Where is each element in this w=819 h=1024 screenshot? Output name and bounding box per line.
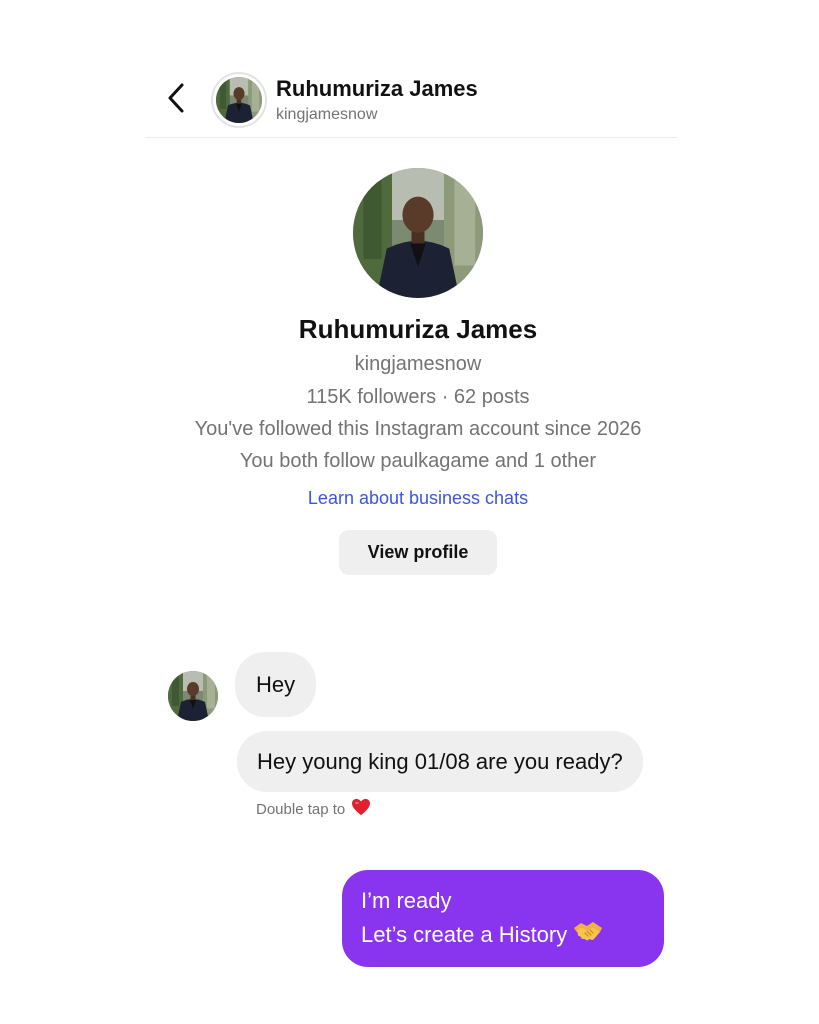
message-text: Hey young king 01/08 are you ready? <box>257 748 623 774</box>
message-text: Hey <box>256 671 296 697</box>
double-tap-hint: Double tap to <box>256 798 371 820</box>
outgoing-message-line-2: Let’s create a History <box>361 922 568 947</box>
business-chats-link[interactable]: Learn about business chats <box>100 488 736 509</box>
header-contact-username: kingjamesnow <box>276 106 378 123</box>
outgoing-message-bubble[interactable]: I’m ready Let’s create a History <box>342 870 664 967</box>
mutual-follows-text: You both follow paulkagame and 1 other <box>239 450 597 472</box>
profile-username: kingjamesnow <box>354 353 482 375</box>
profile-stats: 115K followers · 62 posts <box>306 386 530 408</box>
back-button[interactable] <box>158 80 194 120</box>
followed-since-text: You've followed this Instagram account s… <box>194 418 642 440</box>
view-profile-button[interactable]: View profile <box>339 530 497 575</box>
chevron-left-icon <box>165 82 187 119</box>
double-tap-label: Double tap to <box>256 800 346 818</box>
handshake-icon <box>573 919 603 953</box>
header-contact-name[interactable]: Ruhumuriza James <box>276 76 478 102</box>
red-heart-icon <box>351 798 371 820</box>
outgoing-message-line-1: I’m ready <box>361 888 452 913</box>
profile-photo[interactable] <box>353 168 483 298</box>
header-avatar[interactable] <box>211 72 267 128</box>
incoming-message-bubble[interactable]: Hey young king 01/08 are you ready? <box>237 731 643 792</box>
incoming-message-bubble[interactable]: Hey <box>235 652 317 717</box>
sender-avatar[interactable] <box>168 671 218 721</box>
profile-name: Ruhumuriza James <box>298 314 538 344</box>
header-divider <box>145 137 677 138</box>
